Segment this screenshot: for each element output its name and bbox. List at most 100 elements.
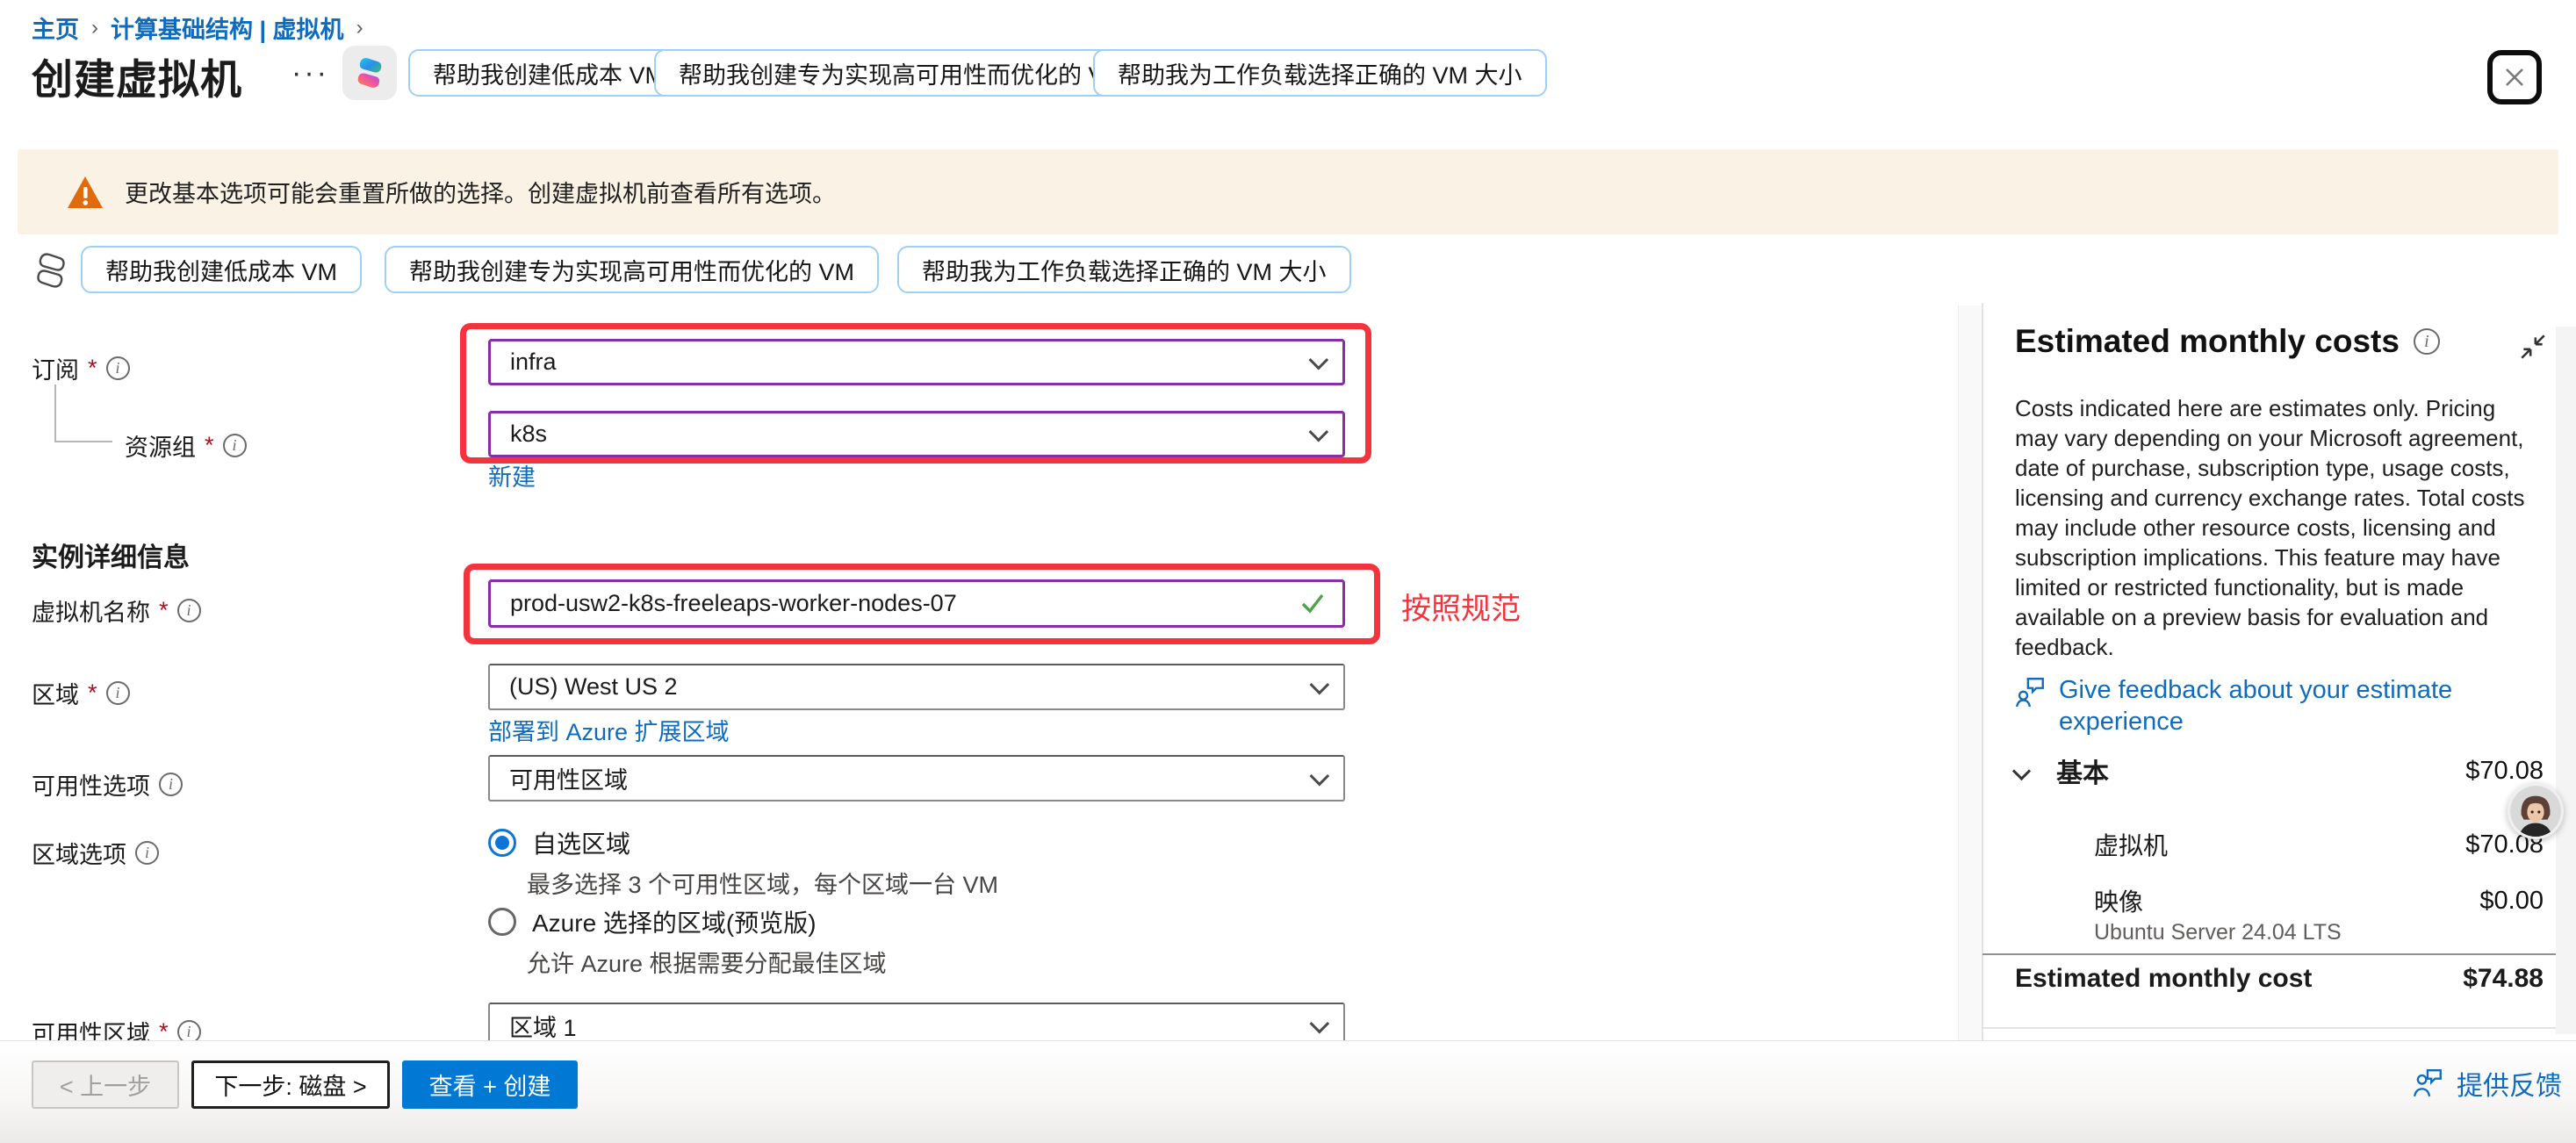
cost-group-row[interactable]: 基本 $70.08	[2015, 751, 2544, 790]
main-scrollbar-track[interactable]	[1958, 306, 1982, 1040]
assist-button-label: 帮助我创建低成本 VM	[433, 56, 665, 90]
cost-total-label: Estimated monthly cost	[2015, 964, 2312, 994]
cost-total-amount: $74.88	[2463, 964, 2544, 994]
breadcrumb-home-link[interactable]: 主页	[32, 11, 79, 45]
chevron-down-icon	[1310, 766, 1330, 786]
cost-group-label: 基本	[2056, 751, 2465, 790]
zone-option-self-select-radio[interactable]: 自选区域	[488, 825, 630, 860]
copilot-icon	[350, 54, 389, 92]
radio-label: Azure 选择的区域(预览版)	[532, 904, 817, 939]
cost-panel-bottom-divider	[1982, 1027, 2576, 1029]
cost-total-row: Estimated monthly cost $74.88	[2015, 964, 2544, 994]
subscription-label: 订阅 *	[32, 351, 130, 385]
avatar-image	[2510, 786, 2561, 837]
assist-vm-size-button-2[interactable]: 帮助我为工作负载选择正确的 VM 大小	[897, 246, 1351, 293]
availability-options-value: 可用性区域	[509, 761, 628, 795]
info-icon[interactable]	[159, 773, 183, 796]
assistant-avatar[interactable]	[2508, 783, 2564, 839]
info-icon[interactable]	[106, 356, 130, 380]
zone-options-label: 区域选项	[32, 836, 159, 870]
cost-row-image-subtext: Ubuntu Server 24.04 LTS	[2094, 920, 2342, 945]
subscription-resource-connector	[54, 385, 112, 442]
chevron-down-icon	[1310, 674, 1330, 694]
instance-details-section-title: 实例详细信息	[32, 536, 190, 574]
cost-panel-description: Costs indicated here are estimates only.…	[2015, 393, 2531, 662]
availability-options-label-text: 可用性选项	[32, 767, 150, 802]
assist-button-label: 帮助我创建专为实现高可用性而优化的 VM	[679, 56, 1124, 90]
chevron-down-icon[interactable]	[2012, 761, 2031, 780]
assist-button-label: 帮助我创建专为实现高可用性而优化的 VM	[409, 253, 854, 287]
chevron-down-icon	[1309, 421, 1329, 442]
assist-high-availability-vm-button-2[interactable]: 帮助我创建专为实现高可用性而优化的 VM	[385, 246, 879, 293]
radio-label: 自选区域	[532, 825, 630, 860]
required-asterisk: *	[88, 355, 97, 382]
cost-row-label: 虚拟机	[2094, 827, 2168, 862]
vm-name-label-text: 虚拟机名称	[32, 593, 150, 628]
warning-banner-text: 更改基本选项可能会重置所做的选择。创建虚拟机前查看所有选项。	[125, 175, 836, 209]
resource-group-value: k8s	[510, 421, 547, 448]
vm-name-annotation-text: 按照规范	[1401, 585, 1521, 628]
close-icon	[2501, 64, 2528, 90]
zone-option-azure-select-desc: 允许 Azure 根据需要分配最佳区域	[527, 945, 887, 979]
next-step-disks-button[interactable]: 下一步: 磁盘 >	[191, 1060, 390, 1109]
subscription-dropdown[interactable]: infra	[488, 339, 1345, 385]
vm-name-input[interactable]	[488, 579, 1345, 628]
more-options-button[interactable]: ···	[291, 56, 329, 90]
assist-vm-size-button[interactable]: 帮助我为工作负载选择正确的 VM 大小	[1093, 49, 1547, 97]
info-icon[interactable]	[177, 599, 201, 622]
chevron-down-icon	[1310, 1013, 1330, 1033]
info-icon[interactable]	[106, 681, 130, 705]
close-button[interactable]	[2487, 50, 2542, 104]
assist-low-cost-vm-button[interactable]: 帮助我创建低成本 VM	[408, 49, 689, 97]
page-title: 创建虚拟机	[32, 46, 242, 106]
create-new-resource-group-link[interactable]: 新建	[488, 458, 536, 492]
info-icon[interactable]	[223, 434, 247, 457]
cost-panel-title: Estimated monthly costs	[2015, 323, 2400, 360]
previous-step-button[interactable]: < 上一步	[32, 1060, 179, 1109]
estimate-feedback-link-text: Give feedback about your estimate experi…	[2059, 674, 2533, 737]
availability-options-label: 可用性选项	[32, 767, 183, 802]
review-create-button[interactable]: 查看 + 创建	[402, 1060, 578, 1109]
assist-button-label: 帮助我为工作负载选择正确的 VM 大小	[922, 253, 1327, 287]
copilot-button[interactable]	[342, 46, 397, 100]
panel-divider	[1982, 303, 1983, 1040]
assist-button-label: 帮助我创建低成本 VM	[105, 253, 337, 287]
region-label: 区域 *	[32, 676, 130, 710]
subscription-value: infra	[510, 349, 557, 376]
breadcrumb-separator-icon: ›	[91, 16, 98, 40]
estimate-feedback-link[interactable]: Give feedback about your estimate experi…	[2015, 674, 2542, 737]
region-label-text: 区域	[32, 676, 79, 710]
cost-group-amount: $70.08	[2465, 757, 2544, 786]
deploy-extended-zone-link[interactable]: 部署到 Azure 扩展区域	[488, 713, 730, 747]
resource-group-label: 资源组 *	[125, 428, 247, 463]
region-dropdown[interactable]: (US) West US 2	[488, 664, 1345, 710]
info-icon[interactable]	[135, 841, 159, 865]
warning-icon	[67, 175, 104, 210]
zone-option-azure-select-radio[interactable]: Azure 选择的区域(预览版)	[488, 904, 817, 939]
subscription-label-text: 订阅	[32, 351, 79, 385]
cost-row-image: 映像 $0.00	[2094, 883, 2544, 918]
copilot-outline-icon	[30, 249, 72, 291]
cost-row-vm: 虚拟机 $70.08	[2094, 827, 2544, 862]
resource-group-dropdown[interactable]: k8s	[488, 411, 1345, 457]
cost-panel-divider	[1982, 953, 2576, 955]
breadcrumb-section-link[interactable]: 计算基础结构 | 虚拟机	[111, 11, 344, 45]
availability-options-dropdown[interactable]: 可用性区域	[488, 755, 1345, 802]
region-value: (US) West US 2	[509, 673, 678, 701]
radio-selected-icon	[488, 829, 516, 857]
assist-high-availability-vm-button[interactable]: 帮助我创建专为实现高可用性而优化的 VM	[654, 49, 1148, 97]
feedback-person-icon	[2413, 1068, 2444, 1098]
assist-low-cost-vm-button-2[interactable]: 帮助我创建低成本 VM	[81, 246, 362, 293]
breadcrumb-separator-icon: ›	[356, 16, 363, 40]
cost-row-amount: $0.00	[2479, 887, 2544, 916]
info-icon[interactable]	[2414, 328, 2440, 355]
zone-option-self-select-desc: 最多选择 3 个可用性区域，每个区域一台 VM	[527, 866, 998, 900]
radio-unselected-icon	[488, 908, 516, 936]
panel-scrollbar-track[interactable]	[2556, 327, 2576, 1034]
cost-panel-header: Estimated monthly costs	[2015, 323, 2440, 360]
required-asterisk: *	[88, 679, 97, 707]
collapse-panel-icon[interactable]	[2518, 332, 2548, 362]
give-feedback-link-text: 提供反馈	[2457, 1064, 2562, 1103]
give-feedback-link[interactable]: 提供反馈	[2413, 1064, 2562, 1103]
cost-row-label: 映像	[2094, 883, 2143, 918]
